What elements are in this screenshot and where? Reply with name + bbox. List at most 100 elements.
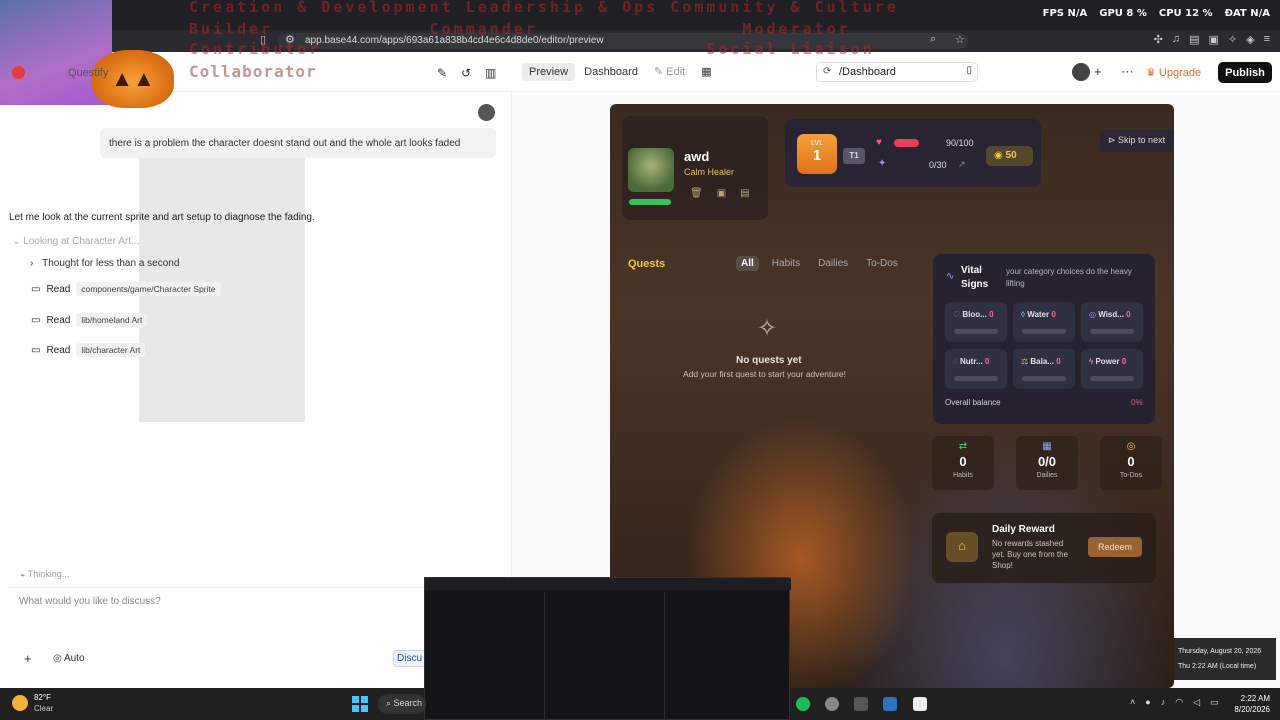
trash-icon[interactable]: 🗑 (690, 188, 703, 199)
daily-reward-subtitle: No rewards stashed yet. Buy one from the… (992, 539, 1069, 570)
gold-value: 50 (1005, 150, 1017, 161)
url-text[interactable]: app.base44.com/apps/693a61a838b4cd4e6c4d… (305, 35, 604, 46)
upgrade-link[interactable]: ♛ Upgrade (1146, 66, 1201, 79)
file-chip[interactable]: lib/homeland Art (76, 313, 148, 327)
taskbar-clock[interactable]: 2:22 AM 8/20/2026 (1226, 693, 1270, 715)
history-icon[interactable]: ↺ (461, 66, 471, 80)
pumpkin-icon: ▲▲ (92, 50, 174, 108)
fps-readout: FPS N/A (1042, 8, 1088, 19)
site-info-icon[interactable]: ⚙ (285, 33, 295, 46)
refresh-icon[interactable]: ⟳ (823, 66, 831, 77)
vital-card-power[interactable]: ϟ Power 0 (1081, 349, 1143, 389)
app-name[interactable]: Questify (68, 67, 108, 79)
vital-card-bar (1022, 376, 1066, 381)
character-actions: 🗑 ▣ ▤ (690, 188, 750, 199)
skip-link[interactable]: ⊳ Skip to next (1100, 130, 1174, 152)
scale-icon: ⚖ (1021, 357, 1029, 366)
panel-toggle-icon[interactable]: ▥ (485, 66, 496, 80)
preview-path: /Dashboard (839, 66, 896, 78)
weather-temperature[interactable]: 82°F (34, 693, 51, 702)
quest-tab-todos[interactable]: To-Dos (861, 256, 903, 271)
tooltip-date: Thursday, August 20, 2026 (1178, 648, 1262, 655)
battery-icon[interactable]: ▭ (1210, 697, 1219, 708)
chrome-icon[interactable] (825, 697, 839, 711)
character-portrait[interactable] (628, 148, 674, 192)
file-icon: ▭ (31, 344, 41, 356)
preview-path-field[interactable]: ⟳ /Dashboard ▯ (816, 62, 978, 82)
menu-icon[interactable]: ≡ (1264, 33, 1270, 46)
mode-selector[interactable]: ◎ Auto (53, 653, 85, 664)
quest-tab-all[interactable]: All (736, 256, 759, 271)
mic-icon[interactable]: ♪ (1161, 697, 1166, 708)
trend-icon: ↗ (958, 159, 966, 169)
vital-card-label: ♡ Bloo... 0 (953, 310, 994, 319)
file-chip[interactable]: lib/character Art (76, 343, 146, 357)
invite-plus-icon[interactable]: + (1094, 64, 1102, 79)
skip-label: Skip to next (1118, 135, 1166, 145)
sparkle-icon[interactable]: ✧ (1228, 33, 1237, 46)
bag-icon[interactable]: ▣ (717, 188, 726, 199)
antivirus-icon[interactable]: ● (1145, 697, 1150, 708)
counter-habits: ⇄ 0 Habits (932, 436, 994, 490)
drop-icon: ◊ (1021, 310, 1025, 319)
shield-icon[interactable]: ◈ (1246, 33, 1254, 46)
read-step: ▭ Read components/game/Character Sprite (31, 282, 221, 296)
quest-tab-dailies[interactable]: Dailies (813, 256, 853, 271)
character-name: awd (684, 149, 710, 164)
zoom-icon[interactable]: ⌕ (930, 33, 936, 46)
avatar[interactable] (1072, 63, 1090, 81)
bolt-icon: ϟ (1089, 357, 1094, 366)
steam-icon[interactable] (883, 697, 897, 711)
more-icon[interactable]: ⋯ (1121, 64, 1134, 80)
device-icon[interactable]: ▯ (966, 65, 972, 76)
puzzle-icon[interactable]: ✣ (1154, 33, 1163, 46)
lock-icon[interactable]: ▤ (740, 188, 749, 199)
pulse-icon: ∿ (946, 271, 955, 282)
share-icon[interactable]: ☆ (955, 33, 965, 46)
tab-edit[interactable]: ✎ Edit (647, 62, 692, 81)
publish-button[interactable]: Publish (1218, 62, 1272, 83)
download-icon[interactable] (854, 697, 868, 711)
taskbar-search[interactable]: ⌕ Search (378, 694, 426, 714)
sidebar-icon[interactable]: ▤ (1189, 33, 1199, 46)
vital-card-wisdom[interactable]: ◎ Wisd... 0 (1081, 302, 1143, 342)
tooltip-time: Thu 2:22 AM (Local time) (1178, 663, 1257, 670)
file-icon: ▭ (31, 314, 41, 326)
app-icon[interactable] (913, 697, 927, 711)
vital-card-balance[interactable]: ⚖ Bala... 0 (1013, 349, 1075, 389)
vital-signs-title: Vital Signs (961, 265, 989, 290)
spotify-icon[interactable] (796, 697, 810, 711)
file-chip[interactable]: components/game/Character Sprite (76, 282, 221, 296)
weather-condition[interactable]: Clear (34, 704, 53, 713)
empty-sparkle-icon: ✧ (757, 315, 778, 342)
volume-icon[interactable]: ◁ (1193, 697, 1200, 708)
vital-card-nutrition[interactable]: ◌ Nutr... 0 (945, 349, 1007, 389)
quest-tab-habits[interactable]: Habits (767, 256, 805, 271)
chat-input-placeholder[interactable]: What would you like to discuss? (19, 596, 161, 607)
tool-group-label: Looking at Character Art... (23, 236, 140, 247)
brush-icon[interactable]: ✎ (437, 66, 447, 80)
character-class: Calm Healer (684, 167, 735, 177)
wifi-icon[interactable]: ◠ (1175, 697, 1183, 708)
file-icon: ▭ (31, 283, 41, 295)
app-logo-icon (12, 66, 25, 79)
redeem-button[interactable]: Redeem (1088, 537, 1142, 557)
upgrade-label: Upgrade (1158, 67, 1202, 79)
tool-group-header[interactable]: ⌄ Looking at Character Art... (12, 236, 139, 247)
wallet-icon[interactable]: ▣ (1208, 33, 1218, 46)
assistant-message: Let me look at the current sprite and ar… (9, 212, 315, 223)
tab-dashboard[interactable]: Dashboard (577, 63, 645, 81)
vital-card-water[interactable]: ◊ Water 0 (1013, 302, 1075, 342)
chevron-up-icon[interactable]: ˄ (1130, 697, 1135, 708)
floating-window-preview[interactable] (424, 577, 791, 720)
windows-start-icon[interactable] (352, 696, 368, 712)
attach-plus-icon[interactable]: + (24, 651, 32, 666)
grid-icon[interactable]: ▦ (694, 62, 718, 81)
vital-card-blood[interactable]: ♡ Bloo... 0 (945, 302, 1007, 342)
weather-moon-icon[interactable] (12, 695, 28, 711)
tab-preview[interactable]: Preview (522, 62, 576, 81)
thought-toggle[interactable]: › Thought for less than a second (30, 258, 179, 269)
bookmark-icon[interactable]: ▯ (260, 33, 266, 46)
empty-quests-title: No quests yet (736, 355, 802, 366)
music-icon[interactable]: ♫ (1172, 33, 1180, 46)
